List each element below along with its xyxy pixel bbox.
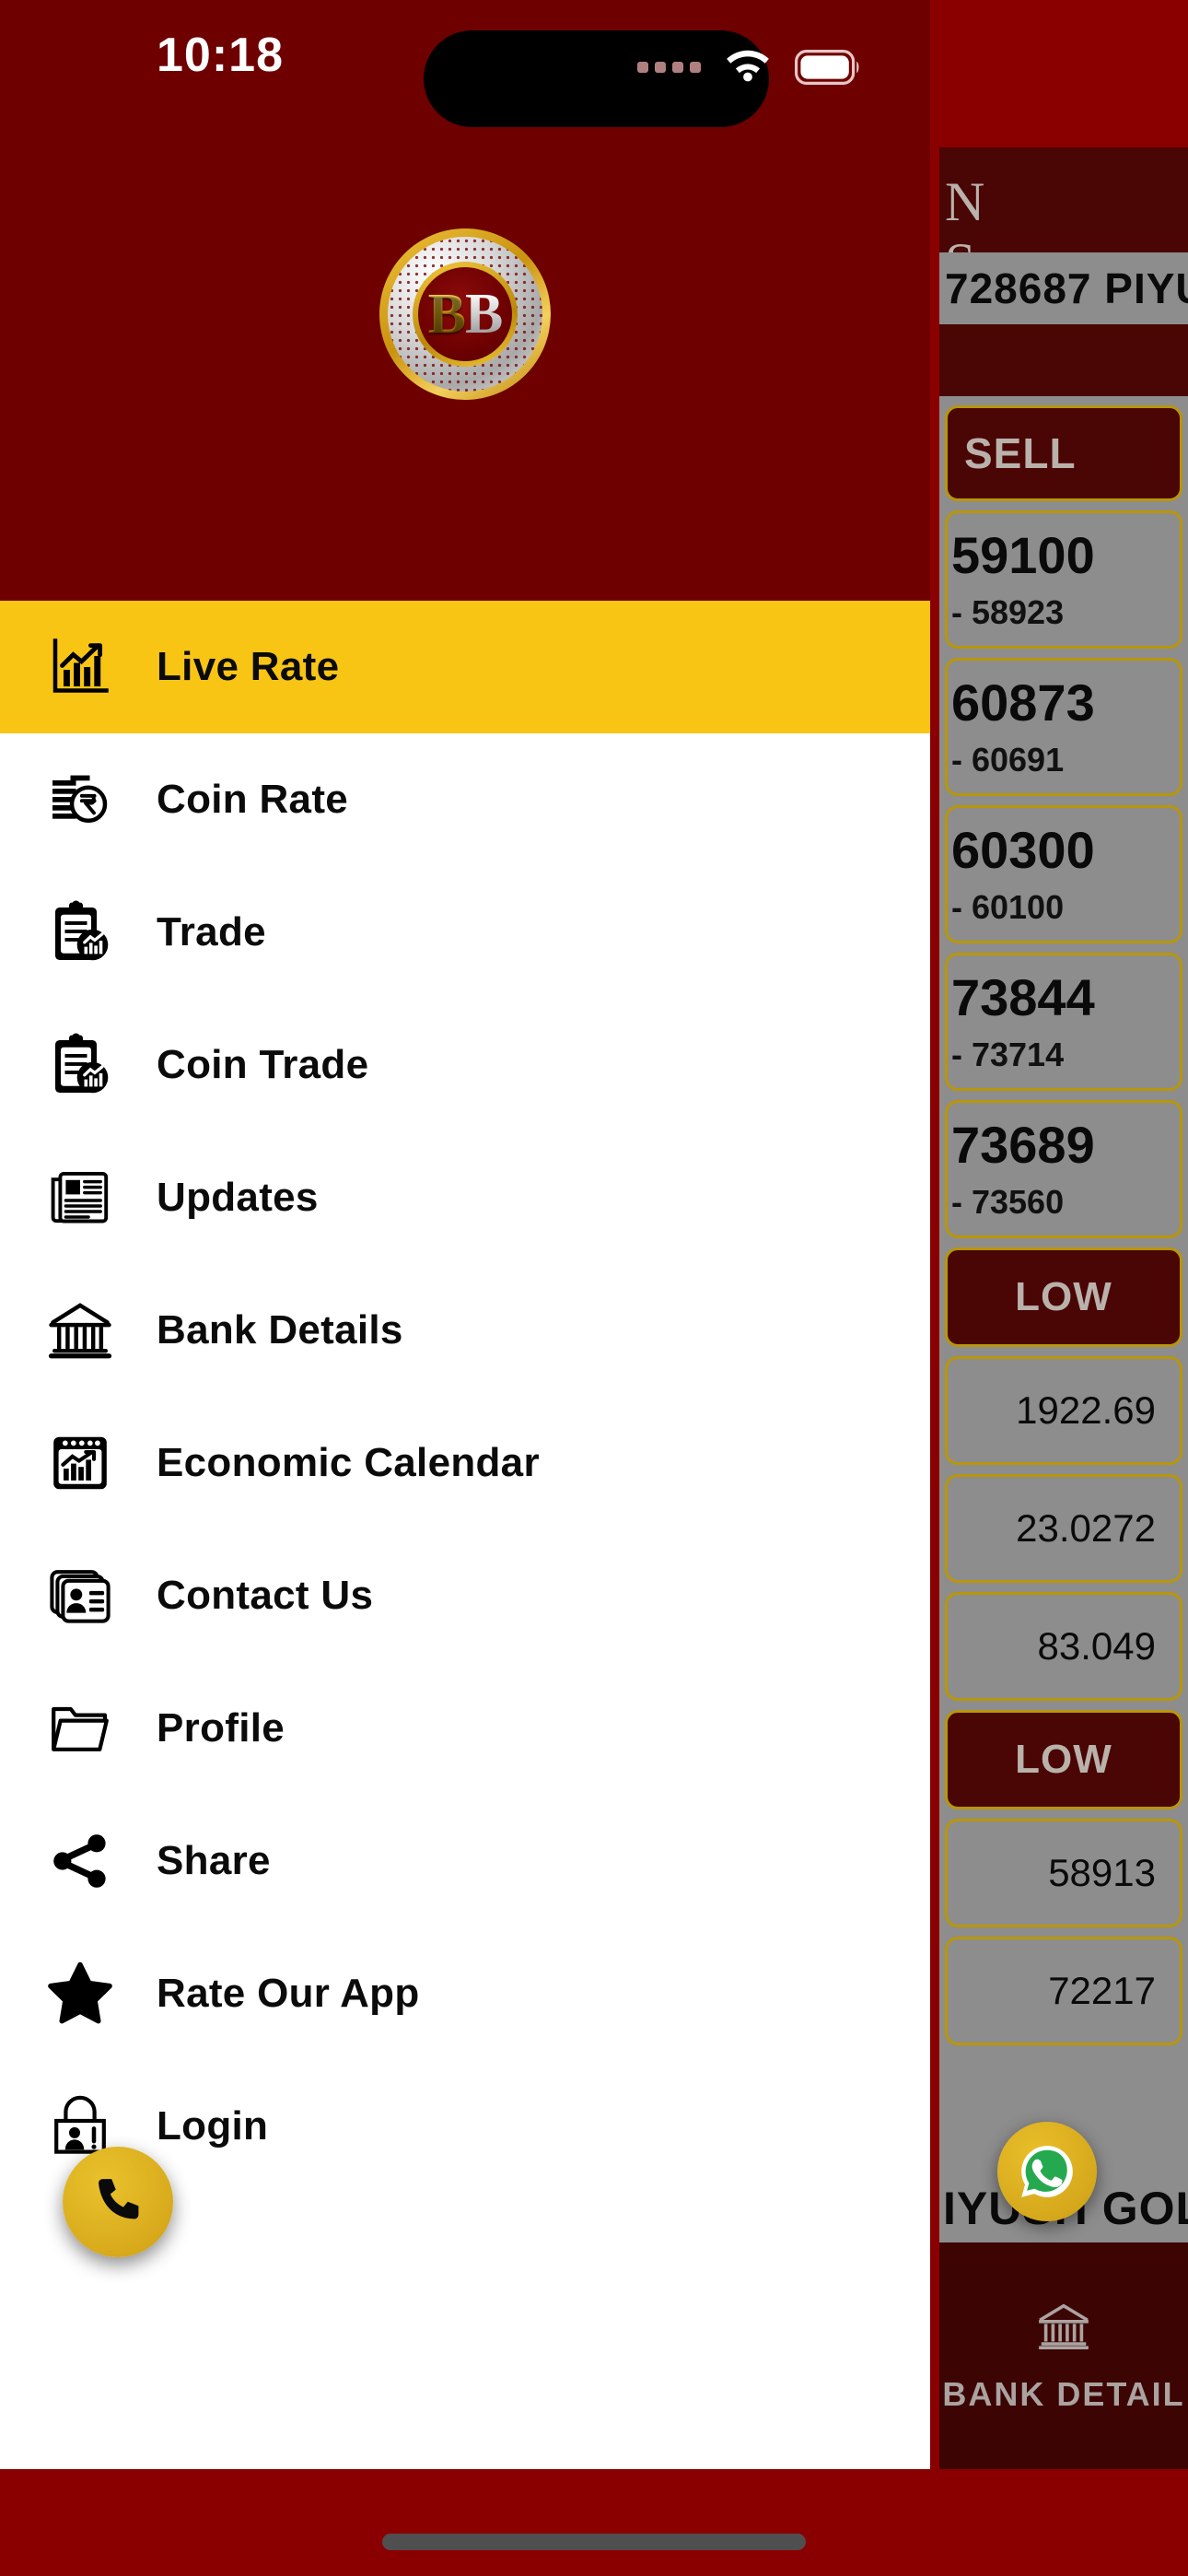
status-bar: 10:18: [0, 0, 930, 127]
rate-row[interactable]: 60300 - 60100: [945, 805, 1182, 943]
folder-icon: [44, 1692, 116, 1764]
menu-item-rate-our-app[interactable]: Rate Our App: [0, 1927, 930, 2060]
rate-row[interactable]: 1922.69: [945, 1356, 1182, 1465]
menu-label: Economic Calendar: [157, 1440, 540, 1485]
whatsapp-fab[interactable]: [997, 2122, 1097, 2221]
menu-item-profile[interactable]: Profile: [0, 1662, 930, 1795]
rate-primary: 60873: [951, 673, 1095, 732]
whatsapp-icon: [1021, 2146, 1073, 2197]
rate-primary: 73844: [951, 968, 1095, 1026]
low-header: LOW: [945, 1247, 1182, 1347]
logo-letter-gold: B: [427, 283, 466, 345]
menu-label: Profile: [157, 1705, 285, 1751]
menu-label: Coin Trade: [157, 1042, 369, 1087]
rate-row[interactable]: 83.049: [945, 1592, 1182, 1701]
menu-item-coin-trade[interactable]: Coin Trade: [0, 999, 930, 1131]
cellular-dots-icon: [637, 62, 701, 73]
menu-label: Login: [157, 2103, 269, 2149]
bank-icon: [44, 1294, 116, 1366]
logo-core: BB: [418, 267, 512, 361]
menu-label: Rate Our App: [157, 1971, 420, 2016]
rate-value: 58913: [1048, 1851, 1156, 1894]
menu-item-live-rate[interactable]: Live Rate: [0, 601, 930, 733]
menu-label: Contact Us: [157, 1573, 374, 1618]
rate-row[interactable]: 73689 - 73560: [945, 1100, 1182, 1238]
rate-value: 1922.69: [1016, 1388, 1156, 1432]
rate-row[interactable]: 72217: [945, 1937, 1182, 2045]
bottom-nav-label: BANK DETAIL: [942, 2374, 1185, 2413]
rate-primary: 60300: [951, 821, 1095, 879]
status-bar-time: 10:18: [157, 29, 284, 82]
rate-row[interactable]: 73844 - 73714: [945, 953, 1182, 1091]
menu-label: Share: [157, 1838, 271, 1883]
chart-growth-icon: [44, 631, 116, 703]
bb-coin-logo: BB: [379, 228, 551, 400]
home-bar-area: [0, 2469, 1188, 2576]
drawer-menu: Live Rate Coin Rate Trade Coin Trade Upd…: [0, 601, 930, 2193]
rate-secondary: - 73560: [951, 1183, 1065, 1221]
rate-value: 72217: [1048, 1969, 1156, 2012]
app-topbar: N S 728687 PIYU: [939, 147, 1188, 396]
battery-full-icon: [795, 50, 859, 85]
navigation-drawer: 10:18 B B Live Rate Coin Rate Trade Coin…: [0, 0, 930, 2469]
newspaper-icon: [44, 1162, 116, 1234]
phone-screen: N S 728687 PIYU SELL 59100 - 58923 60873…: [0, 0, 1188, 2576]
low-label: LOW: [1015, 1737, 1112, 1782]
menu-item-economic-calendar[interactable]: Economic Calendar: [0, 1397, 930, 1529]
contact-card-icon: [44, 1560, 116, 1632]
coin-rupee-icon: [44, 764, 116, 836]
menu-item-contact-us[interactable]: Contact Us: [0, 1529, 930, 1662]
rate-secondary: - 73714: [951, 1036, 1065, 1073]
menu-item-updates[interactable]: Updates: [0, 1131, 930, 1264]
bank-icon: [1031, 2299, 1096, 2360]
sell-header-label: SELL: [964, 429, 1077, 477]
app-logo: BB: [0, 228, 930, 400]
window-chart-icon: [44, 1427, 116, 1499]
rate-row[interactable]: 23.0272: [945, 1474, 1182, 1583]
menu-item-coin-rate[interactable]: Coin Rate: [0, 733, 930, 866]
rate-secondary: - 58923: [951, 593, 1065, 631]
rate-row[interactable]: 59100 - 58923: [945, 510, 1182, 649]
menu-label: Bank Details: [157, 1307, 403, 1352]
status-bar-indicators: [637, 48, 861, 87]
call-fab[interactable]: [63, 2147, 173, 2257]
low-header: LOW: [945, 1710, 1182, 1809]
star-icon: [44, 1958, 116, 2030]
ticker-banner: 728687 PIYU: [939, 252, 1188, 324]
drawer-header: 10:18 B B: [0, 0, 930, 601]
rate-value: 23.0272: [1016, 1506, 1156, 1550]
clipboard-chart-icon: [44, 1029, 116, 1101]
low-label: LOW: [1015, 1274, 1112, 1319]
menu-item-bank-details[interactable]: Bank Details: [0, 1264, 930, 1397]
menu-label: Updates: [157, 1175, 319, 1220]
clipboard-chart-icon: [44, 896, 116, 968]
menu-label: Live Rate: [157, 644, 340, 689]
home-indicator[interactable]: [382, 2534, 806, 2550]
wifi-icon: [727, 50, 769, 82]
menu-label: Coin Rate: [157, 777, 349, 822]
menu-label: Trade: [157, 909, 266, 954]
column-header-sell: SELL: [945, 405, 1182, 501]
brand-line-1: N: [945, 171, 987, 232]
rate-secondary: - 60691: [951, 741, 1065, 779]
rate-secondary: - 60100: [951, 888, 1065, 926]
menu-item-trade[interactable]: Trade: [0, 866, 930, 999]
logo-letter-silver: B: [465, 283, 503, 345]
rate-row[interactable]: 58913: [945, 1819, 1182, 1927]
live-rate-panel: N S 728687 PIYU SELL 59100 - 58923 60873…: [939, 147, 1188, 2469]
rate-primary: 73689: [951, 1116, 1095, 1174]
rate-primary: 59100: [951, 526, 1095, 584]
rate-row[interactable]: 60873 - 60691: [945, 658, 1182, 796]
menu-item-share[interactable]: Share: [0, 1795, 930, 1927]
share-nodes-icon: [44, 1825, 116, 1897]
bottom-nav-bank-detail[interactable]: BANK DETAIL: [939, 2242, 1188, 2469]
logo-monogram: BB: [427, 283, 504, 345]
phone-icon: [99, 2179, 139, 2219]
rate-value: 83.049: [1037, 1624, 1156, 1668]
